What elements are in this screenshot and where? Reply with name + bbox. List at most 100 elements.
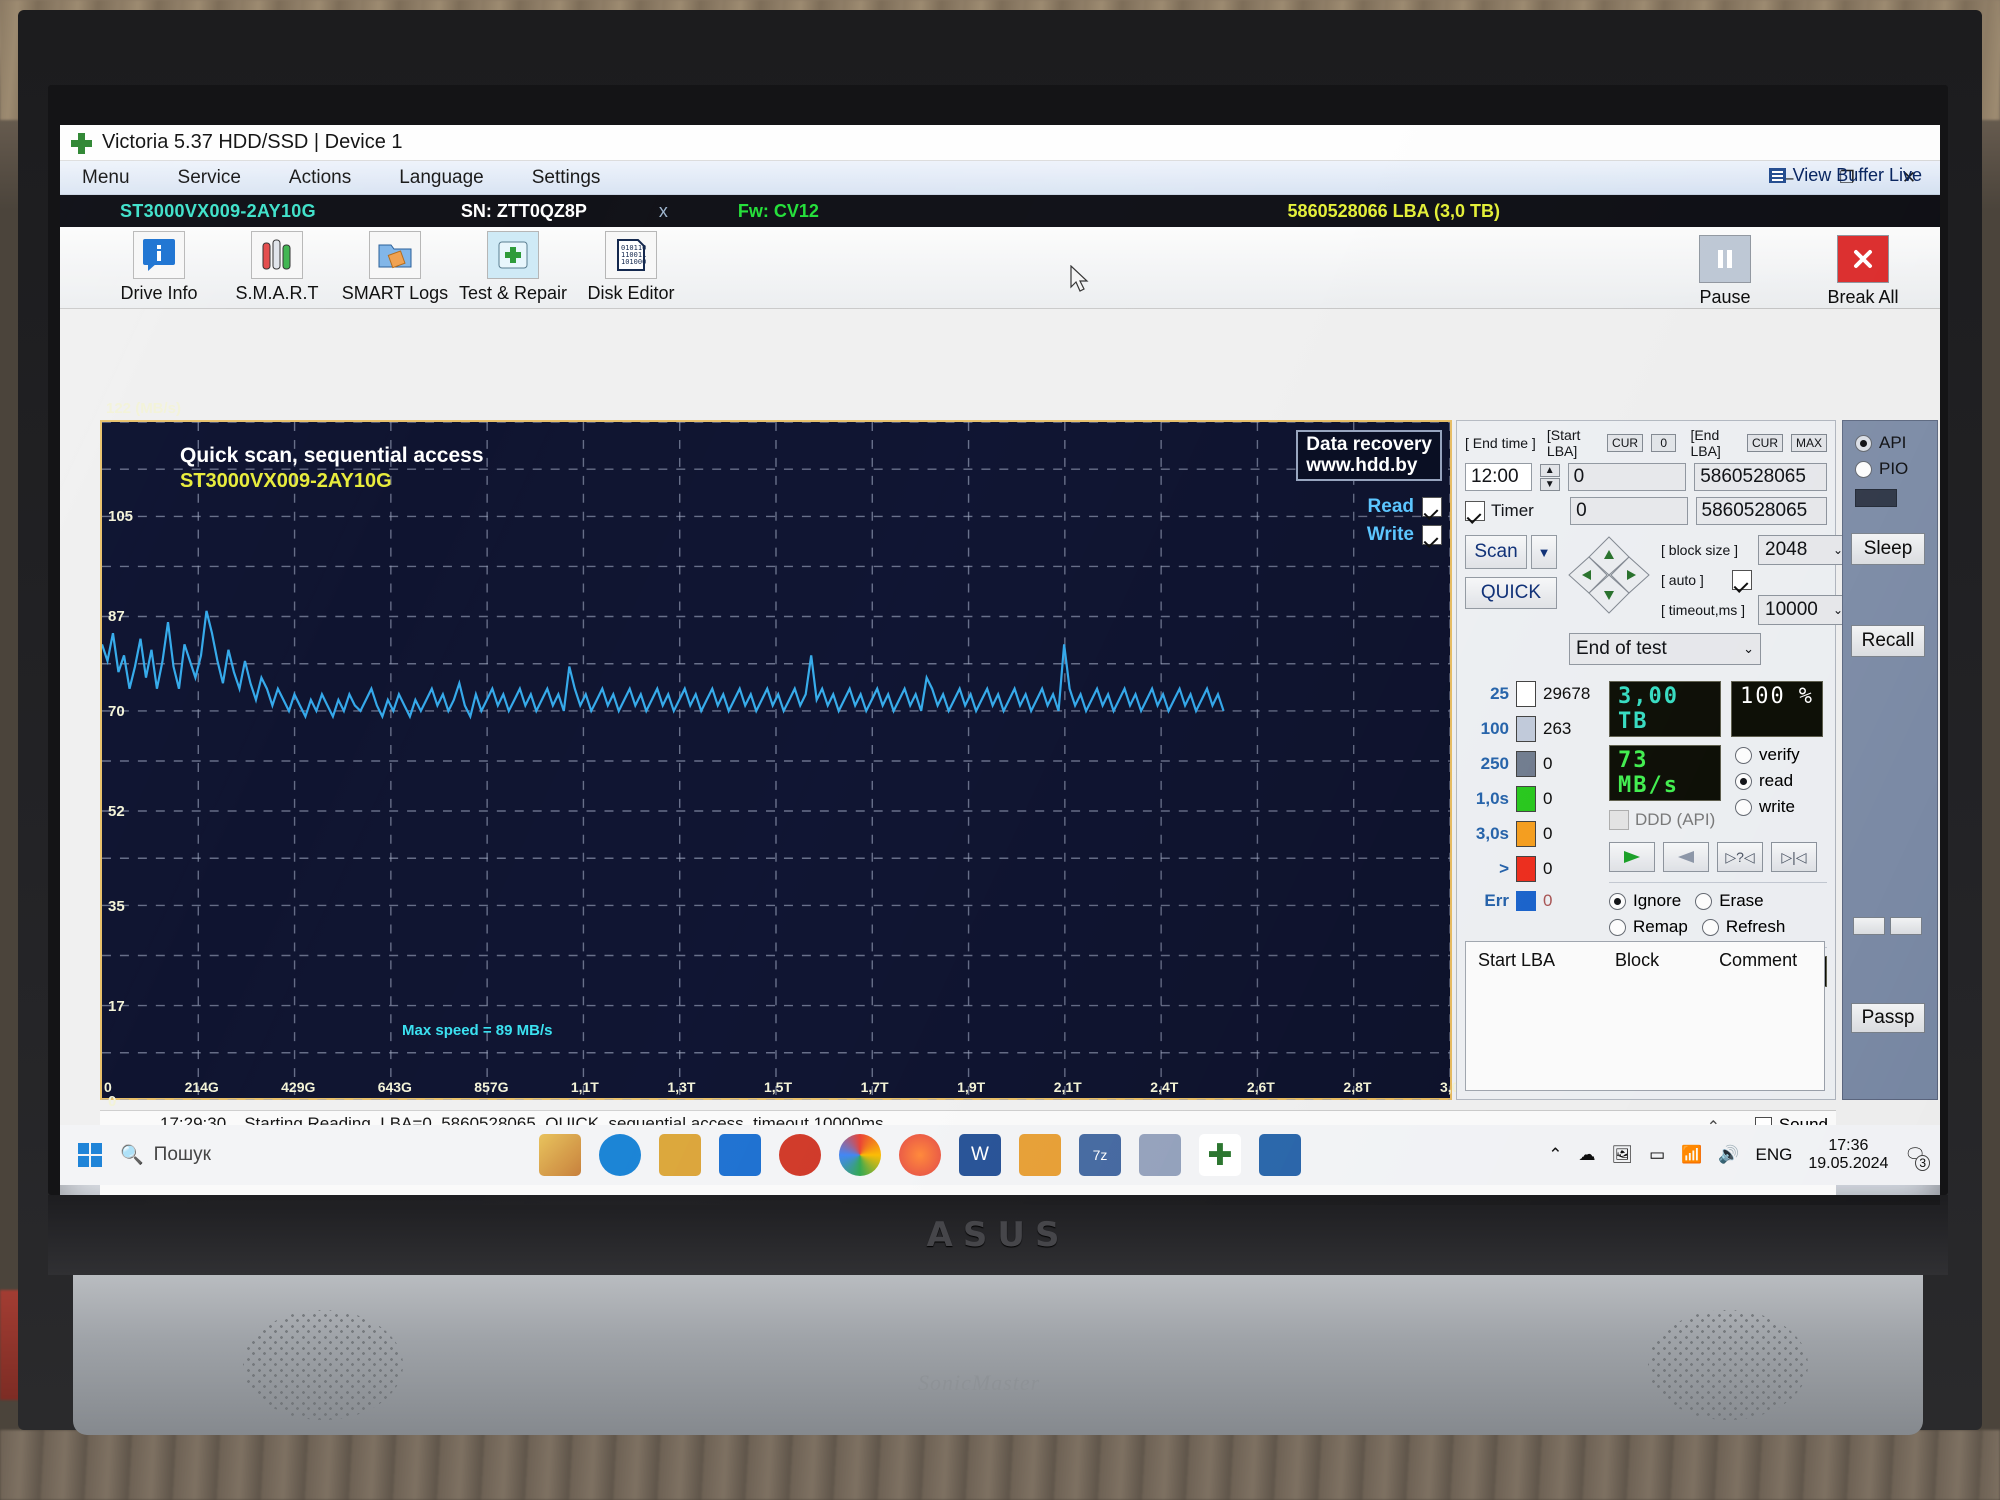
start-lba-zero-button[interactable]: 0	[1651, 434, 1677, 452]
end-lba-max-button[interactable]: MAX	[1791, 434, 1828, 452]
tray-onedrive-icon[interactable]: ☁	[1578, 1145, 1595, 1165]
view-buffer-live-button[interactable]: View Buffer Live	[1768, 165, 1922, 186]
menu-item-language[interactable]: Language	[377, 167, 510, 189]
scan-graph[interactable]: 122 (MB/s) Quick scan, sequential access…	[100, 400, 1468, 1110]
end-time-input[interactable]: 12:00	[1465, 463, 1532, 491]
quick-button[interactable]: QUICK	[1465, 577, 1557, 609]
end-lba-input-2[interactable]: 5860528065	[1695, 497, 1827, 525]
read-checkbox[interactable]	[1422, 497, 1442, 517]
search-box[interactable]: 🔍 Пошук	[120, 1143, 350, 1167]
tray-language[interactable]: ENG	[1755, 1145, 1792, 1165]
api-option[interactable]: API	[1843, 421, 1937, 453]
ignore-radio[interactable]	[1609, 892, 1626, 910]
auto-checkbox[interactable]	[1732, 570, 1752, 590]
dpad-control[interactable]	[1567, 535, 1651, 615]
mode-read[interactable]: read	[1735, 771, 1800, 791]
defects-table[interactable]: Start LBA Block Comment	[1465, 941, 1825, 1091]
pio-radio[interactable]	[1855, 460, 1872, 478]
taskbar-icon-photos-icon[interactable]	[1019, 1134, 1061, 1176]
start-lba-cur-button[interactable]: CUR	[1607, 434, 1644, 452]
ddd-checkbox[interactable]	[1609, 810, 1629, 830]
timeout-select[interactable]: 10000 ⌄	[1758, 595, 1850, 625]
action-refresh[interactable]: Refresh	[1701, 917, 1785, 937]
toolbar-button-disk-editor[interactable]: 010110 110011 101000 Disk Editor	[572, 227, 690, 304]
end-lba-cur-button[interactable]: CUR	[1747, 434, 1783, 452]
toolbar-button-smart[interactable]: S.M.A.R.T	[218, 227, 336, 304]
tray-wifi-icon[interactable]: 📶	[1681, 1145, 1702, 1165]
taskbar-icon-mail-icon[interactable]	[719, 1134, 761, 1176]
api-radio[interactable]	[1855, 434, 1872, 452]
main-toolbar: Drive Info S.M.A.R.T SMART Logs Test & R…	[60, 227, 1940, 309]
write-toggle[interactable]: Write	[1367, 524, 1442, 546]
action-erase[interactable]: Erase	[1695, 891, 1764, 911]
end-icon[interactable]: ▷|◁	[1771, 842, 1817, 872]
error-cross-icon	[1516, 891, 1536, 911]
passp-button[interactable]: Passp	[1851, 1003, 1925, 1033]
refresh-radio[interactable]	[1701, 918, 1719, 936]
spinner-down-icon[interactable]: ▼	[1539, 477, 1560, 491]
read-toggle[interactable]: Read	[1367, 496, 1442, 518]
menu-item-settings[interactable]: Settings	[510, 167, 627, 189]
taskbar-icon-network-app-icon[interactable]	[1259, 1134, 1301, 1176]
timer-toggle[interactable]: Timer	[1465, 501, 1562, 521]
taskbar-icon-chrome-icon[interactable]	[839, 1134, 881, 1176]
menu-item-actions[interactable]: Actions	[267, 167, 377, 189]
action-remap[interactable]: Remap	[1609, 917, 1688, 937]
toolbar-button-break-all[interactable]: Break All	[1804, 231, 1922, 308]
pio-option[interactable]: PIO	[1843, 453, 1937, 479]
taskbar-icon-explorer-folder-icon[interactable]	[539, 1134, 581, 1176]
end-lba-input[interactable]: 5860528065	[1694, 463, 1827, 491]
tray-battery-icon[interactable]: ▭	[1649, 1145, 1665, 1165]
read-radio[interactable]	[1735, 772, 1752, 790]
start-button[interactable]	[60, 1142, 120, 1168]
start-lba-input[interactable]: 0	[1567, 463, 1687, 491]
taskbar-icon-viewer-icon[interactable]	[1139, 1134, 1181, 1176]
speaker-right	[1648, 1310, 1808, 1420]
tray-clock[interactable]: 17:36 19.05.2024	[1808, 1137, 1888, 1174]
timer-checkbox[interactable]	[1465, 501, 1485, 521]
block-size-select[interactable]: 2048 ⌄	[1758, 535, 1850, 565]
taskbar-icon-firefox-icon[interactable]	[899, 1134, 941, 1176]
scan-dropdown-chevron-down-icon[interactable]: ▼	[1531, 535, 1557, 569]
mode-write[interactable]: write	[1735, 797, 1800, 817]
mode-verify[interactable]: verify	[1735, 745, 1800, 765]
end-of-test-select[interactable]: End of test ⌄	[1569, 633, 1761, 665]
spare-button-1[interactable]	[1853, 917, 1885, 935]
taskbar-icon-store-icon[interactable]	[659, 1134, 701, 1176]
spare-button-2[interactable]	[1890, 917, 1922, 935]
ddd-api-toggle[interactable]: DDD (API)	[1609, 810, 1721, 830]
toolbar-button-pause[interactable]: Pause	[1666, 231, 1784, 308]
tray-volume-icon[interactable]: 🔊	[1718, 1145, 1739, 1165]
erase-radio[interactable]	[1695, 892, 1713, 910]
toolbar-button-drive-info[interactable]: Drive Info	[100, 227, 218, 304]
reverse-icon[interactable]	[1663, 842, 1709, 872]
start-lba-input-2[interactable]: 0	[1570, 497, 1688, 525]
tray-expand-chevron-up-icon[interactable]: ⌃	[1548, 1145, 1562, 1165]
hddby-line1: Data recovery	[1306, 434, 1432, 455]
write-checkbox[interactable]	[1422, 525, 1442, 545]
taskbar-icon-archiver-icon[interactable]: 7z	[1079, 1134, 1121, 1176]
sleep-button[interactable]: Sleep	[1851, 533, 1925, 565]
toolbar-button-smart-logs[interactable]: SMART Logs	[336, 227, 454, 304]
tray-notifications-icon[interactable]: 🗨 3	[1904, 1145, 1930, 1171]
spinner-up-icon[interactable]: ▲	[1539, 463, 1560, 477]
verify-radio[interactable]	[1735, 746, 1752, 764]
menu-item-service[interactable]: Service	[156, 167, 267, 189]
taskbar-icon-victoria-icon[interactable]: ✚	[1199, 1134, 1241, 1176]
graph-x-tick: 1,7T	[860, 1079, 889, 1095]
device-close-x-button[interactable]: x	[659, 201, 668, 222]
action-ignore[interactable]: Ignore	[1609, 891, 1681, 911]
write-radio[interactable]	[1735, 798, 1752, 816]
taskbar-icon-opera-icon[interactable]	[779, 1134, 821, 1176]
graph-x-tick: 429G	[281, 1079, 316, 1095]
remap-radio[interactable]	[1609, 918, 1626, 936]
end-time-spinner[interactable]: ▲ ▼	[1539, 463, 1560, 491]
menu-item-menu[interactable]: Menu	[60, 167, 156, 189]
taskbar-icon-edge-icon[interactable]	[599, 1134, 641, 1176]
play-icon[interactable]	[1609, 842, 1655, 872]
tray-screenshot-icon[interactable]: 🖼	[1611, 1145, 1633, 1165]
recall-button[interactable]: Recall	[1851, 625, 1925, 657]
scan-button[interactable]: Scan	[1465, 535, 1527, 569]
toolbar-button-test-repair[interactable]: Test & Repair	[454, 227, 572, 304]
random-icon[interactable]: ▷?◁	[1717, 842, 1763, 872]
